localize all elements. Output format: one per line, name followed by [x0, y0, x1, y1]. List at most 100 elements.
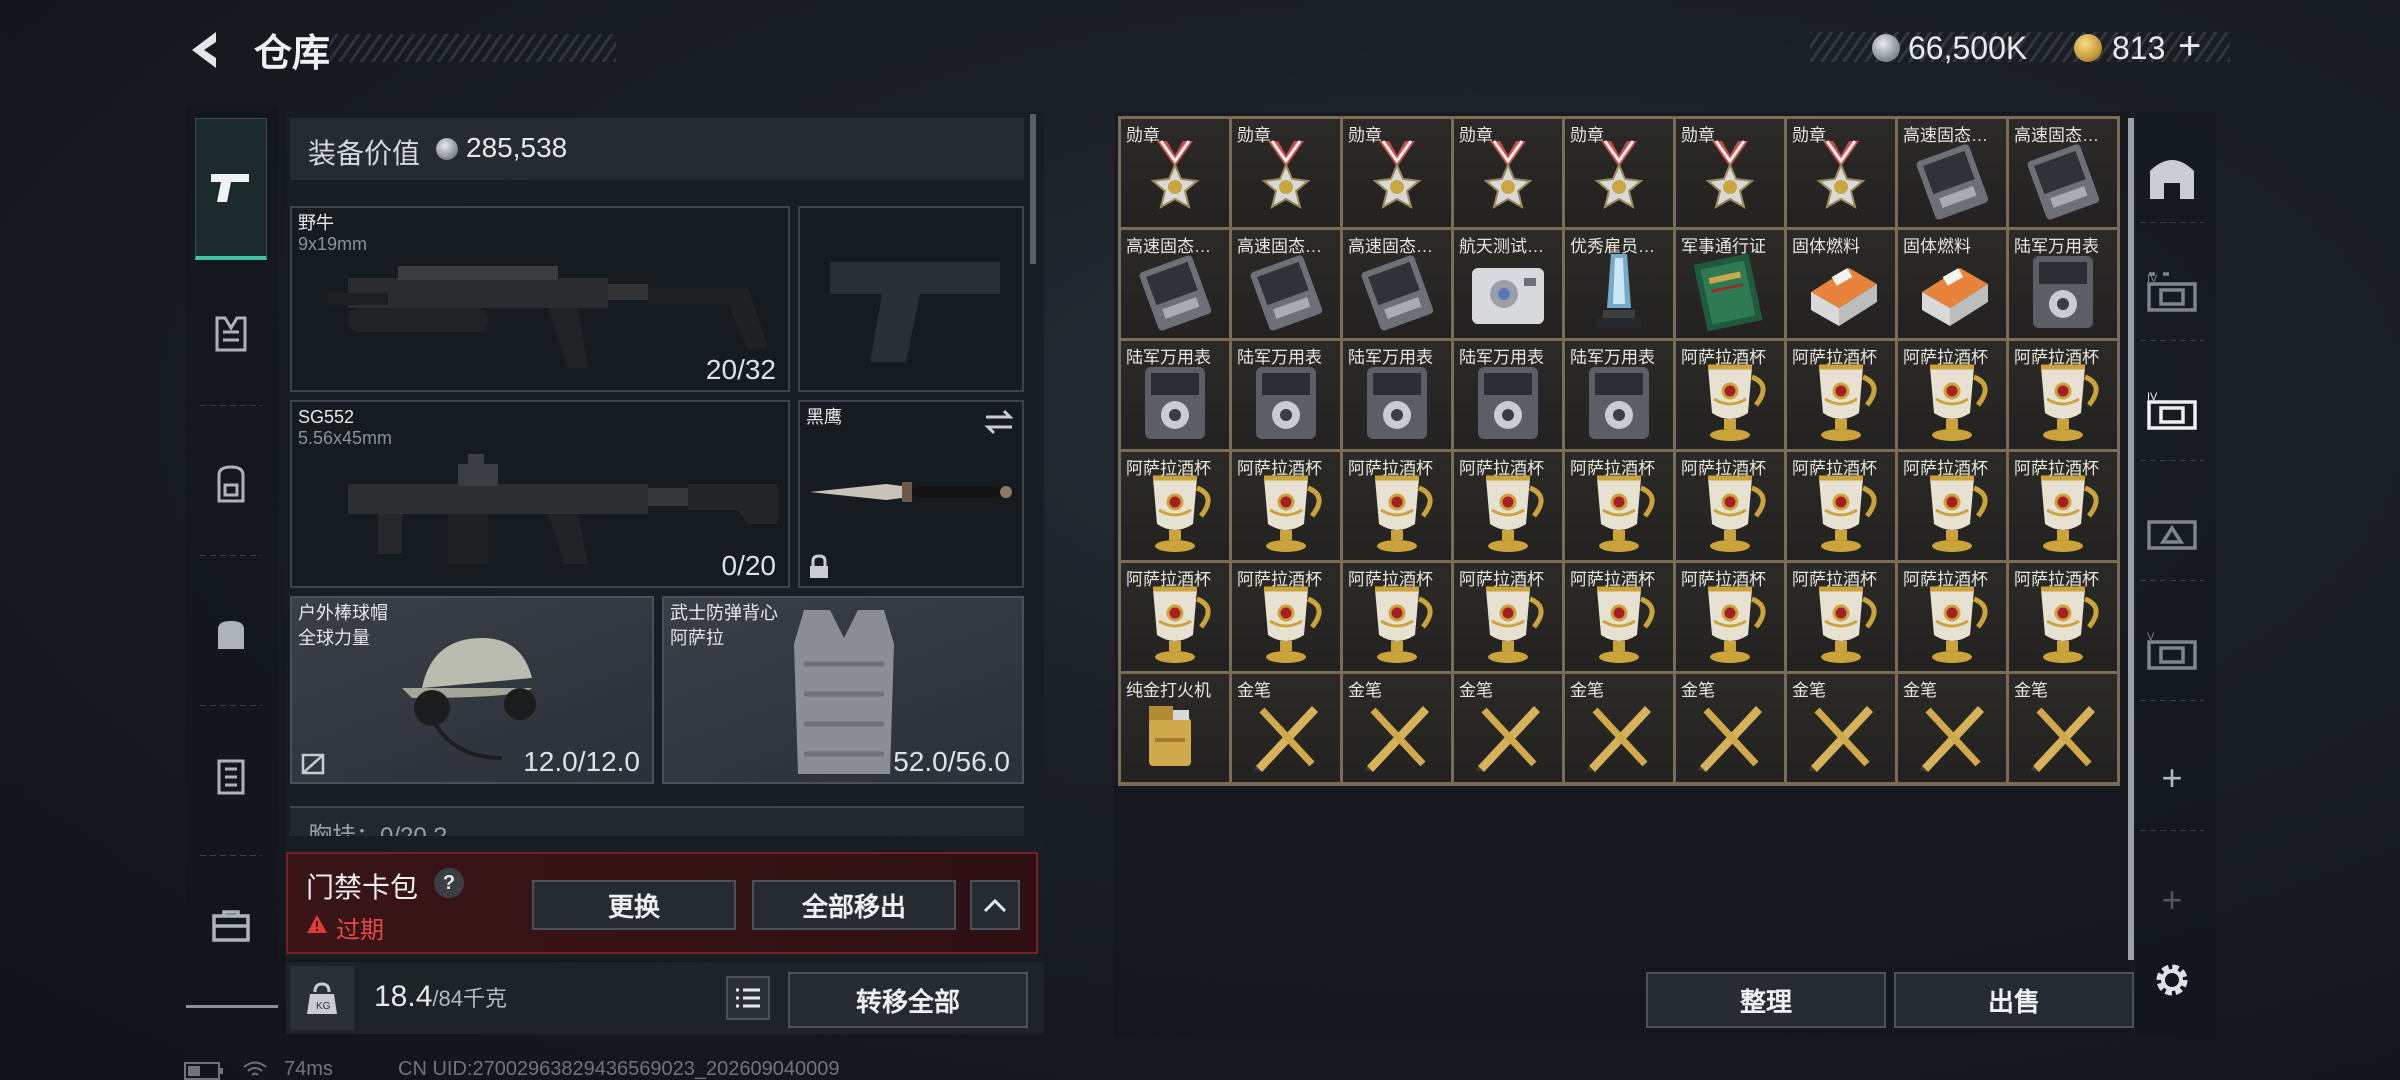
svg-text:IV: IV	[2147, 273, 2158, 285]
inventory-item[interactable]: 金笔	[1898, 674, 2006, 782]
inventory-item[interactable]: 陆军万用表	[2009, 230, 2117, 338]
sort-button[interactable]: 整理	[1646, 972, 1886, 1028]
inventory-item[interactable]: 高速固态…	[1343, 230, 1451, 338]
transfer-all-button[interactable]: 转移全部	[788, 972, 1028, 1028]
nav-tab-toolbox[interactable]	[195, 876, 267, 976]
inventory-item[interactable]: 阿萨拉酒杯	[1676, 341, 1784, 449]
inventory-item[interactable]: 勋章	[1565, 119, 1673, 227]
inventory-item[interactable]: 陆军万用表	[1121, 341, 1229, 449]
inventory-item[interactable]: 阿萨拉酒杯	[2009, 341, 2117, 449]
inventory-item[interactable]: 陆军万用表	[1343, 341, 1451, 449]
book-icon	[1693, 253, 1763, 332]
settings-button[interactable]	[2140, 948, 2204, 1012]
inventory-item[interactable]: 航天测试…	[1454, 230, 1562, 338]
add-storage-button[interactable]: +	[2140, 746, 2204, 810]
inventory-item[interactable]: 陆军万用表	[1454, 341, 1562, 449]
inventory-grid: 勋章 勋章 勋章 勋章 勋章 勋章 勋章 高速固态… 高速固态… 高速固态… 高速固态… 高速固态… 航…	[1118, 116, 2120, 786]
storage-tab-4[interactable]: IV	[2140, 260, 2204, 324]
secondary-weapon-slot[interactable]: SG552 5.56x45mm 0/20	[290, 400, 790, 588]
inventory-item[interactable]: 高速固态…	[2009, 119, 2117, 227]
inventory-item[interactable]: 阿萨拉酒杯	[1565, 452, 1673, 560]
inventory-item[interactable]: 阿萨拉酒杯	[1898, 563, 2006, 671]
list-view-button[interactable]	[726, 976, 770, 1020]
storage-tab-active[interactable]: IV	[2140, 378, 2204, 442]
inventory-item[interactable]: 勋章	[1454, 119, 1562, 227]
ssd-icon	[1250, 255, 1323, 331]
inventory-item[interactable]: 勋章	[1343, 119, 1451, 227]
no-durability-icon	[301, 753, 325, 775]
storage-tab-3[interactable]	[2140, 498, 2204, 562]
nav-tab-backpack[interactable]	[195, 434, 267, 534]
inventory-item[interactable]: 固体燃料	[1898, 230, 2006, 338]
sell-button[interactable]: 出售	[1894, 972, 2134, 1028]
inventory-item[interactable]: 阿萨拉酒杯	[1787, 341, 1895, 449]
inventory-item[interactable]: 阿萨拉酒杯	[1343, 452, 1451, 560]
inventory-item[interactable]: 勋章	[1676, 119, 1784, 227]
inventory-item[interactable]: 阿萨拉酒杯	[1232, 563, 1340, 671]
inventory-item[interactable]: 金笔	[1565, 674, 1673, 782]
inventory-item[interactable]: 金笔	[1454, 674, 1562, 782]
inventory-item[interactable]: 金笔	[1232, 674, 1340, 782]
inventory-item[interactable]: 阿萨拉酒杯	[1676, 563, 1784, 671]
add-storage-button-2[interactable]: +	[2140, 868, 2204, 932]
inventory-item[interactable]: 固体燃料	[1787, 230, 1895, 338]
goblet-icon	[1597, 586, 1655, 663]
nav-tab-vest[interactable]	[195, 284, 267, 384]
back-button[interactable]	[184, 24, 228, 76]
inventory-item[interactable]: 金笔	[1787, 674, 1895, 782]
nav-tab-weapons[interactable]	[195, 118, 267, 260]
inventory-item[interactable]: 高速固态…	[1121, 230, 1229, 338]
inventory-item[interactable]: 阿萨拉酒杯	[2009, 563, 2117, 671]
inventory-item[interactable]: 勋章	[1232, 119, 1340, 227]
inventory-item[interactable]: 勋章	[1787, 119, 1895, 227]
inventory-item[interactable]: 高速固态…	[1898, 119, 2006, 227]
add-currency-button[interactable]: +	[2178, 24, 2201, 69]
inventory-item[interactable]: 阿萨拉酒杯	[1787, 563, 1895, 671]
inventory-item[interactable]: 陆军万用表	[1232, 341, 1340, 449]
collapse-button[interactable]	[970, 880, 1020, 930]
nav-tab-case[interactable]	[195, 726, 267, 826]
equipment-scrollbar[interactable]	[1030, 114, 1036, 264]
inventory-item[interactable]: 勋章	[1121, 119, 1229, 227]
swap-icon[interactable]	[982, 408, 1016, 436]
inventory-item[interactable]: 金笔	[1676, 674, 1784, 782]
ping-text: 74ms	[284, 1058, 333, 1080]
inventory-item[interactable]: 阿萨拉酒杯	[2009, 452, 2117, 560]
remove-all-button[interactable]: 全部移出	[752, 880, 956, 930]
inventory-item[interactable]: 阿萨拉酒杯	[1121, 563, 1229, 671]
inventory-item[interactable]: 阿萨拉酒杯	[1454, 563, 1562, 671]
inventory-item[interactable]: 阿萨拉酒杯	[1565, 563, 1673, 671]
storage-tab-5[interactable]: V	[2140, 618, 2204, 682]
inventory-item[interactable]: 金笔	[1343, 674, 1451, 782]
inventory-item[interactable]: 高速固态…	[1232, 230, 1340, 338]
secondary-weapon-ammo-count: 0/20	[721, 550, 777, 581]
inventory-item[interactable]: 阿萨拉酒杯	[1676, 452, 1784, 560]
inventory-item[interactable]: 金笔	[2009, 674, 2117, 782]
inventory-item[interactable]: 阿萨拉酒杯	[1232, 452, 1340, 560]
chest-rig-row[interactable]: 胸挂：0/20 ?	[290, 806, 1024, 836]
storage-tab-home[interactable]	[2140, 146, 2204, 210]
inventory-scrollbar[interactable]	[2128, 118, 2134, 960]
inventory-item[interactable]: 阿萨拉酒杯	[1898, 341, 2006, 449]
inventory-item[interactable]: 阿萨拉酒杯	[1121, 452, 1229, 560]
fuel-icon	[1811, 268, 1877, 326]
inventory-item[interactable]: 阿萨拉酒杯	[1454, 452, 1562, 560]
nav-tab-pouch[interactable]	[195, 584, 267, 684]
inventory-item[interactable]: 纯金打火机	[1121, 674, 1229, 782]
primary-weapon-slot[interactable]: 野牛 9x19mm 20/32	[290, 206, 790, 392]
armor-durability: 52.0/56.0	[893, 746, 1010, 777]
inventory-item[interactable]: 优秀雇员…	[1565, 230, 1673, 338]
card-pack-help-button[interactable]: ?	[434, 868, 464, 898]
helmet-slot[interactable]: 户外棒球帽 全球力量 12.0/12.0	[290, 596, 654, 784]
replace-button[interactable]: 更换	[532, 880, 736, 930]
armor-slot[interactable]: 武士防弹背心 阿萨拉 52.0/56.0	[662, 596, 1024, 784]
kettlebell-icon: KG	[307, 982, 337, 1014]
inventory-item[interactable]: 阿萨拉酒杯	[1343, 563, 1451, 671]
inventory-item[interactable]: 军事通行证	[1676, 230, 1784, 338]
inventory-item[interactable]: 陆军万用表	[1565, 341, 1673, 449]
inventory-item[interactable]: 阿萨拉酒杯	[1787, 452, 1895, 560]
meter-icon	[1256, 367, 1316, 439]
melee-slot[interactable]: 黑鹰	[798, 400, 1024, 588]
pistol-slot[interactable]	[798, 206, 1024, 392]
inventory-item[interactable]: 阿萨拉酒杯	[1898, 452, 2006, 560]
